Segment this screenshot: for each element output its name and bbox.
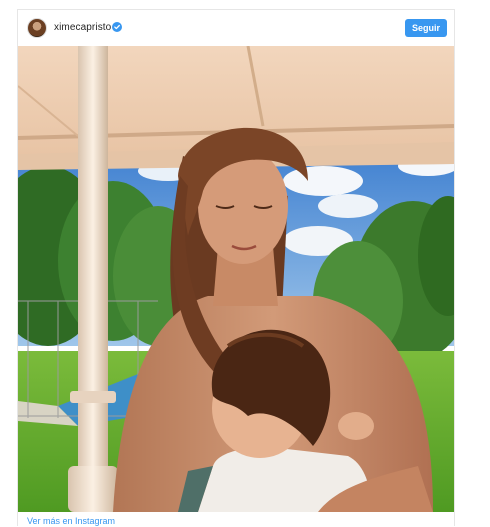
post-footer: Ver más en Instagram	[18, 512, 454, 527]
view-more-on-instagram-link[interactable]: Ver más en Instagram	[27, 516, 115, 526]
username-link[interactable]: ximecapristo	[54, 22, 111, 33]
instagram-embed-card: ximecapristo Seguir Ver más en Instagram	[17, 9, 455, 526]
follow-button[interactable]: Seguir	[405, 19, 447, 37]
post-photo-image	[18, 46, 454, 512]
verified-badge-icon	[112, 22, 122, 32]
post-photo[interactable]	[18, 46, 454, 512]
profile-avatar[interactable]	[27, 18, 47, 38]
post-header: ximecapristo Seguir	[18, 10, 454, 46]
